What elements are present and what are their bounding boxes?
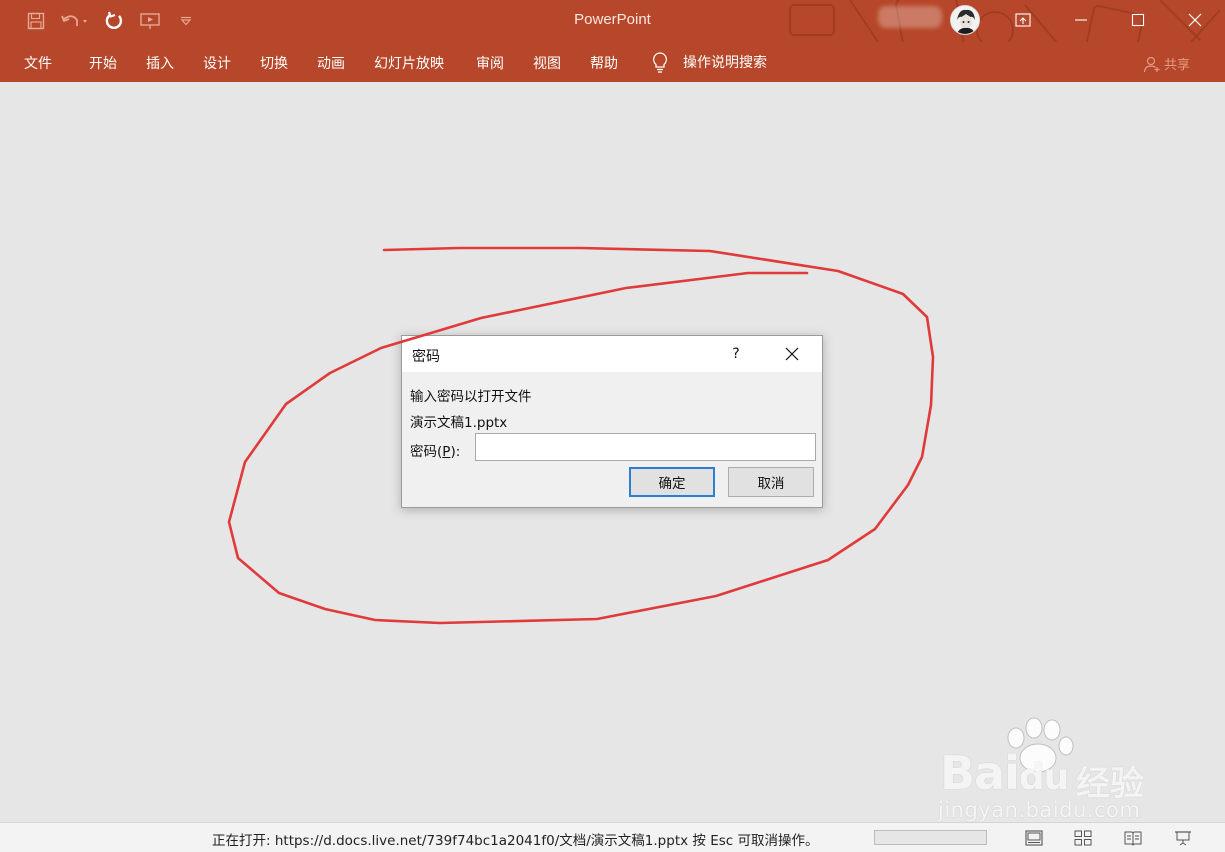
watermark-brand: Baidu <box>940 746 1069 800</box>
share-button[interactable]: 共享 <box>1143 54 1190 73</box>
paw-icon <box>1007 717 1074 773</box>
minimize-icon <box>1075 19 1087 21</box>
redo-icon <box>105 11 123 29</box>
watermark-brand-du: du <box>1018 757 1069 798</box>
dialog-title: 密码 <box>412 349 440 365</box>
normal-view-button[interactable] <box>1022 827 1046 849</box>
share-label: 共享 <box>1164 58 1191 73</box>
watermark-brand-bai: Bai <box>940 746 1020 800</box>
maximize-icon <box>1131 13 1145 27</box>
password-label: 密码(P): <box>410 440 460 460</box>
person-icon <box>1143 56 1160 72</box>
tab-slideshow[interactable]: 幻灯片放映 <box>374 53 444 73</box>
minimize-button[interactable] <box>1057 0 1105 40</box>
ribbon-display-options-button[interactable] <box>999 0 1047 40</box>
cancel-button[interactable]: 取消 <box>728 467 814 497</box>
tell-me-label: 操作说明搜索 <box>683 55 767 71</box>
watermark-jingyan: 经验 <box>1076 764 1144 804</box>
lightbulb-icon <box>653 52 667 73</box>
tell-me-search[interactable]: 操作说明搜索 <box>651 51 767 73</box>
avatar[interactable] <box>950 5 980 35</box>
dialog-prompt: 输入密码以打开文件 <box>410 389 532 405</box>
save-icon <box>27 12 45 30</box>
help-icon: ? <box>732 346 740 362</box>
watermark-url: jingyan.baidu.com <box>938 798 1141 822</box>
reading-view-button[interactable] <box>1121 827 1145 849</box>
undo-button[interactable] <box>58 8 92 34</box>
open-progress-bar <box>874 830 987 845</box>
account-name[interactable] <box>878 6 942 28</box>
tab-insert[interactable]: 插入 <box>146 53 174 73</box>
quick-access-toolbar <box>22 8 208 34</box>
password-label-suffix: ): <box>450 444 461 460</box>
reading-view-icon <box>1124 831 1142 846</box>
close-icon <box>1188 13 1202 27</box>
dialog-close-button[interactable] <box>778 340 806 368</box>
tab-review[interactable]: 审阅 <box>476 53 504 73</box>
slideshow-view-icon <box>1175 831 1191 846</box>
start-slideshow-button[interactable] <box>136 8 164 34</box>
dialog-filename: 演示文稿1.pptx <box>410 415 508 431</box>
customize-qat-button[interactable] <box>172 8 200 34</box>
status-bar: 正在打开: https://d.docs.live.net/739f74bc1a… <box>0 822 1225 852</box>
watermark: Baidu 经验 jingyan.baidu.com <box>938 717 1168 822</box>
tab-design[interactable]: 设计 <box>203 53 231 73</box>
present-icon <box>140 13 160 29</box>
close-icon <box>785 347 799 361</box>
tab-file[interactable]: 文件 <box>24 53 52 73</box>
save-button[interactable] <box>22 8 50 34</box>
tab-animations[interactable]: 动画 <box>317 53 345 73</box>
dialog-title-bar[interactable]: 密码 ? <box>402 336 822 372</box>
normal-view-icon <box>1025 830 1043 846</box>
password-label-prefix: 密码( <box>410 444 443 460</box>
redo-button[interactable] <box>100 8 128 34</box>
tab-transitions[interactable]: 切换 <box>260 53 288 73</box>
slide-sorter-icon <box>1074 830 1092 846</box>
close-window-button[interactable] <box>1171 0 1219 40</box>
slideshow-view-button[interactable] <box>1171 827 1195 849</box>
slide-sorter-button[interactable] <box>1071 827 1095 849</box>
maximize-button[interactable] <box>1114 0 1162 40</box>
tab-help[interactable]: 帮助 <box>590 53 618 73</box>
password-input[interactable] <box>475 433 816 461</box>
undo-icon <box>61 15 87 26</box>
ok-button[interactable]: 确定 <box>629 467 715 497</box>
tab-home[interactable]: 开始 <box>89 53 117 73</box>
ribbon-display-icon <box>1015 13 1031 27</box>
password-dialog: 密码 ? 输入密码以打开文件 演示文稿1.pptx 密码(P): 确定 取消 <box>401 335 823 508</box>
title-bar: PowerPoint <box>0 0 1225 71</box>
tab-view[interactable]: 视图 <box>533 53 561 73</box>
customize-qat-icon <box>180 16 192 26</box>
status-message: 正在打开: https://d.docs.live.net/739f74bc1a… <box>212 833 819 849</box>
dialog-help-button[interactable]: ? <box>722 340 750 368</box>
ribbon-tabs: 文件 开始 插入 设计 切换 动画 幻灯片放映 审阅 视图 帮助 操作说明搜索 … <box>0 42 1225 82</box>
